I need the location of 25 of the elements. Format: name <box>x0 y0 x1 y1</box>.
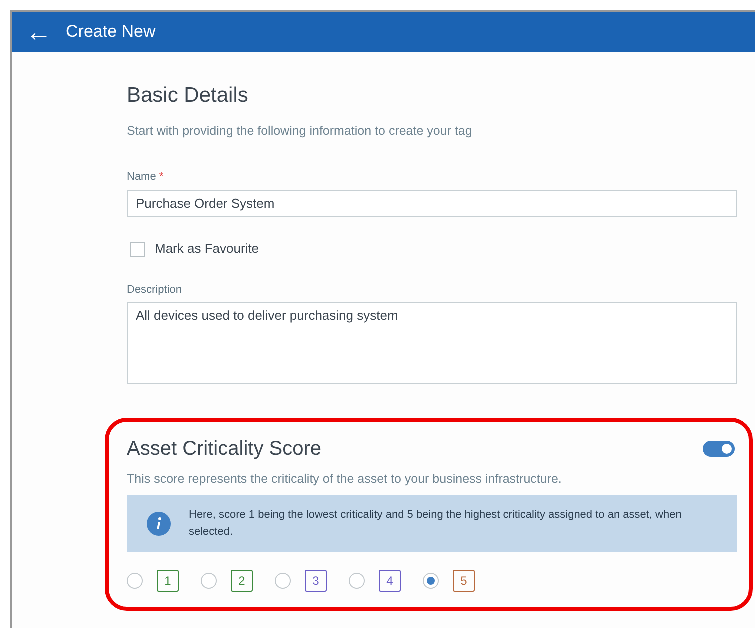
radio-button[interactable] <box>349 573 365 589</box>
toggle-switch[interactable] <box>703 441 735 458</box>
section-title: Asset Criticality Score <box>127 437 322 462</box>
checkbox-label[interactable]: Mark as Favourite <box>155 239 260 259</box>
radio-button[interactable] <box>423 573 439 589</box>
info-text: Here, score 1 being the lowest criticality and 5 being the highest criticality assigned to an asset, when selected. <box>189 508 683 540</box>
section-subtitle: This score represents the criticality of the asset to your business infrastructure. <box>127 471 563 488</box>
radio-button[interactable] <box>275 573 291 589</box>
score-label: 2 <box>231 570 253 592</box>
score-label: 3 <box>305 570 327 592</box>
field-label: Description <box>127 282 182 298</box>
radio-button[interactable] <box>127 573 143 589</box>
back-button[interactable]: ← <box>26 19 52 45</box>
page-title: Create New <box>66 21 156 44</box>
score-label: 1 <box>157 570 179 592</box>
score-label: 5 <box>453 570 475 592</box>
section-title: Basic Details <box>127 83 250 109</box>
field-label: Name * <box>127 170 164 186</box>
score-label: 4 <box>379 570 401 592</box>
section-subtitle: Start with providing the following information to create your tag <box>127 122 474 140</box>
info-icon <box>147 512 171 536</box>
checkbox[interactable] <box>130 242 145 256</box>
description-field[interactable]: All devices used to deliver purchasing system <box>127 302 737 384</box>
name-field[interactable]: Purchase Order System <box>127 190 737 218</box>
radio-button[interactable] <box>201 573 217 589</box>
